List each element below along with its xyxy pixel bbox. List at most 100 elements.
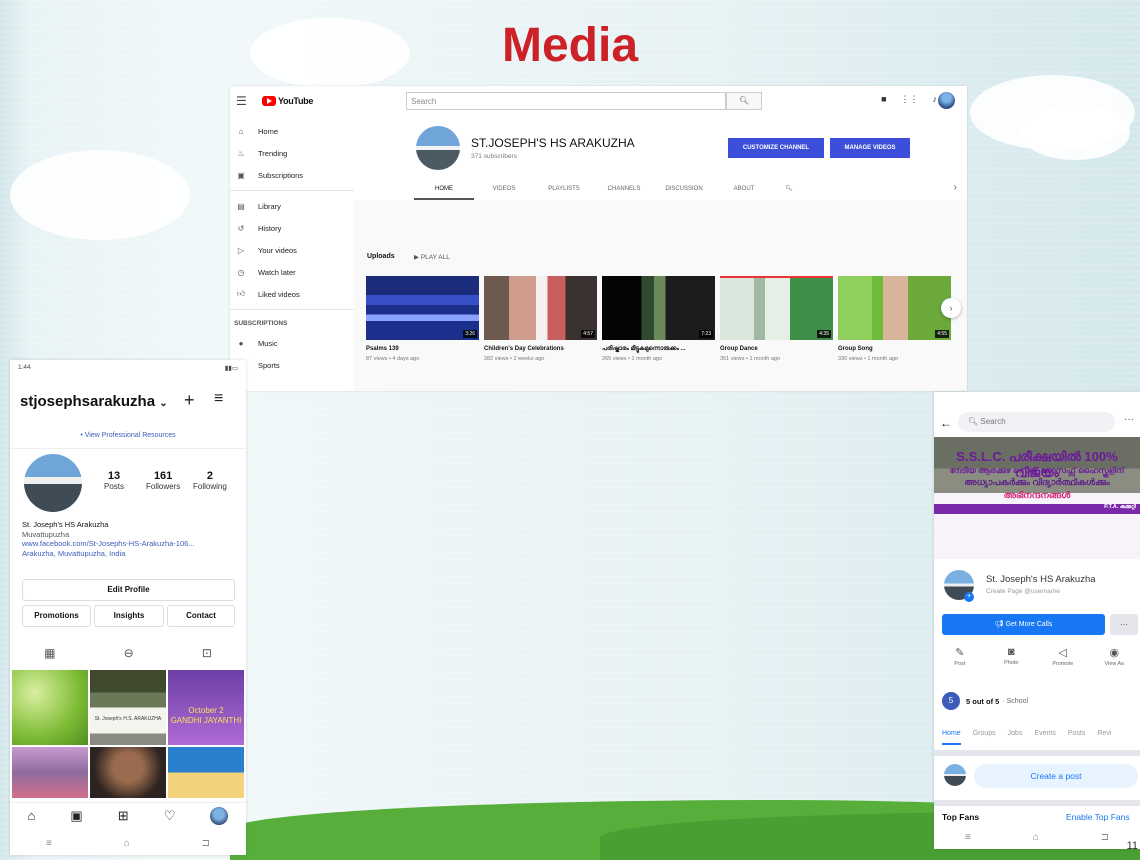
video-title[interactable]: പരിഷ്കാരം മീട്ടുകമുന്നൊരുക്കം ... [602,346,715,353]
next-arrow-icon[interactable]: › [941,298,961,318]
new-post-icon[interactable]: ⊞ [118,808,129,824]
professional-resources-link[interactable]: • View Professional Resources [10,432,246,439]
home-icon[interactable]: ⌂ [28,808,36,823]
notifications-bell-icon[interactable]: ♪ [933,94,938,105]
recent-apps-icon[interactable]: ≡ [965,832,971,843]
profile-avatar[interactable] [24,454,82,512]
tab-posts[interactable]: Posts [1068,730,1086,745]
reels-icon[interactable]: ▣ [70,808,82,824]
sidebar-item-home[interactable]: ⌂ Home [230,120,354,142]
channel-search-icon[interactable]: 🔍︎ [774,179,804,200]
insights-button[interactable]: Insights [94,605,164,627]
play-all-button[interactable]: ▶ PLAY ALL [414,253,450,261]
sidebar-item-liked-videos[interactable]: 👍︎ Liked videos [230,283,354,305]
avatar[interactable] [210,806,229,825]
hamburger-menu-icon[interactable]: ≡ [214,390,223,408]
tab-reviews[interactable]: Revi [1097,730,1111,745]
grid-post[interactable] [168,747,244,798]
sidebar-item-trending[interactable]: ♨ Trending [230,142,354,164]
post-action[interactable]: ✎ Post [938,646,982,667]
tab-about[interactable]: ABOUT [714,179,774,200]
posts-stat[interactable]: 13 Posts [104,470,124,491]
video-card[interactable]: 4:35 Group Dance 351 views • 1 month ago [720,276,833,363]
sidebar-item-music[interactable]: ● Music [230,332,354,354]
sidebar-item-sports[interactable]: ●Sports [230,354,354,376]
grid-icon[interactable]: ▦ [44,646,55,660]
tab-discussion[interactable]: DISCUSSION [654,179,714,200]
avatar[interactable] [938,92,955,109]
sidebar-item-watch-later[interactable]: ◷ Watch later [230,261,354,283]
tab-channels[interactable]: CHANNELS [594,179,654,200]
video-title[interactable]: Children's Day Celebrations [484,346,597,353]
grid-post[interactable]: St. Joseph's H.S. ARAKUZHA [90,670,166,745]
search-input[interactable]: 🔍︎ Search [958,412,1115,432]
video-thumbnail[interactable]: 4:57 [484,276,597,340]
video-thumbnail[interactable]: 4:55 [838,276,951,340]
reels-icon[interactable]: ⊖ [124,646,134,660]
back-icon[interactable]: ⊐ [202,838,210,849]
video-title[interactable]: Group Dance [720,346,833,353]
video-card[interactable]: 4:57 Children's Day Celebrations 282 vie… [484,276,597,363]
tab-home[interactable]: HOME [414,179,474,200]
followers-stat[interactable]: 161 Followers [146,470,180,491]
view-as-action[interactable]: ◉ View As [1092,646,1136,667]
heart-icon[interactable]: ♡ [164,808,176,824]
grid-post[interactable]: October 2 GANDHI JAYANTHI [168,670,244,745]
back-arrow-icon[interactable]: ← [940,416,952,430]
create-video-icon[interactable]: ■ [881,94,886,105]
bio-location[interactable]: Arakuzha, Muvattupuzha, India [22,549,195,559]
manage-videos-button[interactable]: MANAGE VIDEOS [830,138,910,158]
get-more-calls-button[interactable]: 📢︎ Get More Calls [942,614,1105,635]
sidebar-item-subscriptions[interactable]: ▣ Subscriptions [230,164,354,186]
home-button-icon[interactable]: ⌂ [124,838,130,849]
channel-avatar[interactable] [416,126,460,170]
back-icon[interactable]: ⊐ [1101,832,1109,843]
video-card[interactable]: 7:23 പരിഷ്കാരം മീട്ടുകമുന്നൊരുക്കം ... 2… [602,276,715,363]
video-card[interactable]: 4:55 Group Song 330 views • 1 month ago [838,276,951,363]
hamburger-menu-icon[interactable]: ☰ [236,94,248,108]
video-title[interactable]: Group Song [838,346,951,353]
create-post-button[interactable]: Create a post [974,764,1138,788]
promote-action[interactable]: ◁ Promote [1041,646,1085,667]
page-username[interactable]: Create Page @username [986,588,1060,595]
sidebar-item-your-videos[interactable]: ▷ Your videos [230,239,354,261]
tab-events[interactable]: Events [1034,730,1055,745]
video-title[interactable]: Psalms 139 [366,346,479,353]
photo-action[interactable]: ◙ Photo [989,646,1033,667]
contact-button[interactable]: Contact [167,605,235,627]
more-options-icon[interactable]: ··· [1124,414,1134,425]
video-card[interactable]: 3:26 Psalms 139 87 views • 4 days ago [366,276,479,363]
video-thumbnail[interactable]: 3:26 [366,276,479,340]
enable-top-fans-link[interactable]: Enable Top Fans [1066,812,1130,822]
edit-profile-button[interactable]: Edit Profile [22,579,235,601]
profile-username[interactable]: stjosephsarakuzha ⌄ [20,393,168,410]
tab-home[interactable]: Home [942,730,961,745]
sidebar-item-library[interactable]: ▤ Library [230,195,354,217]
more-options-icon[interactable]: ··· [1110,614,1138,635]
add-post-icon[interactable]: + [184,390,195,411]
recent-apps-icon[interactable]: ≡ [46,838,52,849]
home-button-icon[interactable]: ⌂ [1033,832,1039,843]
tagged-icon[interactable]: ⊡ [202,646,212,660]
youtube-logo[interactable]: YouTube [262,96,313,106]
grid-post[interactable] [12,670,88,745]
search-input[interactable]: Search [406,92,726,110]
bio-link[interactable]: www.facebook.com/St-Josephs-HS-Arakuzha-… [22,539,195,549]
sidebar-item-history[interactable]: ↺ History [230,217,354,239]
video-thumbnail[interactable]: 4:35 [720,276,833,340]
tab-groups[interactable]: Groups [973,730,996,745]
following-stat[interactable]: 2 Following [193,470,227,491]
grid-post[interactable] [90,747,166,798]
tab-playlists[interactable]: PLAYLISTS [534,179,594,200]
tab-videos[interactable]: VIDEOS [474,179,534,200]
promotions-button[interactable]: Promotions [22,605,91,627]
add-photo-icon[interactable]: + [964,592,974,602]
grid-post[interactable] [12,747,88,798]
chevron-right-icon[interactable]: › [954,182,957,193]
video-thumbnail[interactable]: 7:23 [602,276,715,340]
customize-channel-button[interactable]: CUSTOMIZE CHANNEL [728,138,824,158]
page-rating[interactable]: 5 5 out of 5 · School [942,692,1028,710]
tab-jobs[interactable]: Jobs [1008,730,1023,745]
apps-grid-icon[interactable]: ⋮⋮ [901,94,919,105]
search-icon[interactable]: 🔍︎ [726,92,762,110]
